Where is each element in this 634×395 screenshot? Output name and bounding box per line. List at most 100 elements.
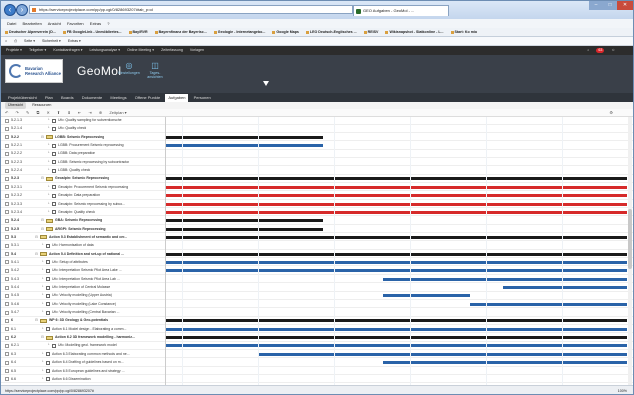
table-row[interactable]: 5.4.3 └ Ufo: Interpretation Seismic Pilot … <box>1 276 633 284</box>
move-down-icon[interactable]: ⬇ <box>67 110 70 115</box>
schedule-dropdown[interactable]: Zeitplan ▾ <box>109 110 126 115</box>
task-name[interactable]: LGBB: Seismic reprocessing by subcontrac… <box>58 159 129 166</box>
favorite-item[interactable]: FB GoogleLink - Unmöbliertes... <box>62 30 122 34</box>
table-row[interactable]: 5.2.2.2 └ LGBB: Data preparation <box>1 150 633 158</box>
undo-icon[interactable]: ↶ <box>5 110 8 115</box>
grid-gantt-divider[interactable] <box>165 117 166 385</box>
task-name[interactable]: WP 6: 3D Geology & Geo-potentials <box>49 317 108 324</box>
tab-projektuebersicht[interactable]: Projektübersicht <box>5 93 40 102</box>
tools-menu[interactable]: Extras ▾ <box>68 39 81 43</box>
task-name[interactable]: Ufo: Harmonisation of data <box>52 242 94 249</box>
user-icon[interactable]: ☺ <box>611 48 615 52</box>
task-name[interactable]: Ufo: Interpretation Seismic Pilot Area L… <box>52 267 122 274</box>
row-checkbox[interactable] <box>5 218 9 223</box>
forward-icon[interactable]: › <box>16 4 28 16</box>
gantt-bar[interactable] <box>166 269 627 273</box>
tab-offene-punkte[interactable]: Offene Punkte <box>132 93 164 102</box>
task-name[interactable]: ARGPI: Seismic Reprocessing <box>55 226 106 233</box>
task-name[interactable]: Action 6.3 Elaborating common methods an… <box>52 351 130 358</box>
gantt-bar[interactable] <box>382 361 627 365</box>
task-name[interactable]: Geoalpin: Procurement Seismic reprocessi… <box>58 184 128 191</box>
table-row[interactable]: 5.3 ⊟ Action 5.3 Establishment of semantic… <box>1 234 633 242</box>
table-row[interactable]: 5.2.1.4 └ Ufo: Quality check <box>1 125 633 133</box>
table-row[interactable]: 6.3 └ Action 6.3 Elaborating common method… <box>1 351 633 359</box>
gantt-bar[interactable] <box>166 336 627 340</box>
back-icon[interactable]: ‹ <box>4 4 16 16</box>
row-checkbox[interactable] <box>5 277 9 282</box>
table-row[interactable]: 6.1 └ Action 6.1 Model design - Elaboratin… <box>1 326 633 334</box>
zoom-icon[interactable]: ⊕ <box>99 110 102 115</box>
table-row[interactable]: 5.4.4 └ Ufo: Interpretation of Central Mol… <box>1 284 633 292</box>
row-checkbox[interactable] <box>5 252 9 257</box>
task-name[interactable]: Ufo: Setup of attributes <box>52 259 88 266</box>
subtab-ressourcen[interactable]: Ressourcen <box>29 102 54 109</box>
row-checkbox[interactable] <box>5 243 9 248</box>
table-row[interactable]: 6.6 └ Action 6.6 Dissemination <box>1 376 633 384</box>
gantt-bar[interactable] <box>382 294 471 298</box>
table-row[interactable]: 5.4.7 └ Ufo: Velocity modelling (Central B… <box>1 309 633 317</box>
task-name[interactable]: Action 5.3 Establishment of semantic and… <box>49 234 127 241</box>
nav-zeiterfassung[interactable]: Zeiterfassung <box>161 48 183 52</box>
row-checkbox[interactable] <box>5 135 9 140</box>
collapse-icon[interactable]: ⊟ <box>35 317 38 324</box>
gantt-bar[interactable] <box>166 210 627 214</box>
tab-personen[interactable]: Personen <box>191 93 214 102</box>
gantt-bar[interactable] <box>166 235 627 239</box>
row-checkbox[interactable] <box>5 143 9 148</box>
collapse-icon[interactable]: ⊟ <box>41 217 44 224</box>
nav-projekte[interactable]: Projekte ▾ <box>6 48 22 52</box>
row-checkbox[interactable] <box>5 260 9 265</box>
maximize-button[interactable]: □ <box>603 1 617 10</box>
gantt-bar[interactable] <box>166 202 627 206</box>
table-row[interactable]: 5.2.2.4 └ LGBB: Quality check <box>1 167 633 175</box>
gantt-bar[interactable] <box>166 227 323 231</box>
nav-kontaktanfragen[interactable]: Kontaktanfragen ▾ <box>53 48 82 52</box>
task-name[interactable]: Action 6.1 Model design - Elaborating a … <box>52 326 127 333</box>
row-checkbox[interactable] <box>5 352 9 357</box>
move-up-icon[interactable]: ⬆ <box>57 110 60 115</box>
row-checkbox[interactable] <box>5 126 9 131</box>
table-row[interactable]: 5.4.1 └ Ufo: Setup of attributes <box>1 259 633 267</box>
table-row[interactable]: 5.4 ⊟ Action 5.4 Definition and set-up of … <box>1 251 633 259</box>
menu-ansicht[interactable]: Ansicht <box>48 21 61 26</box>
notification-badge[interactable]: 63 <box>596 48 605 53</box>
task-name[interactable]: Ufo: Quality sampling for subventionsche <box>58 117 122 124</box>
gantt-bar[interactable] <box>166 327 627 331</box>
table-row[interactable]: 5.4.2 └ Ufo: Interpretation Seismic Pilot … <box>1 267 633 275</box>
home-icon[interactable]: ⌂ <box>5 39 7 43</box>
favorite-item[interactable]: Start: Ko mio <box>450 30 477 34</box>
row-checkbox[interactable] <box>5 202 9 206</box>
row-checkbox[interactable] <box>5 310 9 315</box>
favorite-item[interactable]: LEO Deutsch-Englisches ... <box>305 30 357 34</box>
settings-icon[interactable]: ◎ Einstellungen <box>117 61 141 81</box>
row-checkbox[interactable] <box>5 151 9 156</box>
page-menu[interactable]: Seite ▾ <box>24 39 35 43</box>
gantt-bar[interactable] <box>166 194 627 198</box>
gantt-bar[interactable] <box>166 185 627 189</box>
row-checkbox[interactable] <box>5 285 9 290</box>
row-checkbox[interactable] <box>5 268 9 273</box>
table-row[interactable]: 5.3.1 └ Ufo: Harmonisation of data <box>1 242 633 250</box>
vertical-scrollbar[interactable] <box>628 117 632 385</box>
gantt-bar[interactable] <box>166 252 627 256</box>
tab-dokumente[interactable]: Dokumente <box>79 93 105 102</box>
task-name[interactable]: Geoalpin: Data preparation <box>58 192 100 199</box>
gantt-bar[interactable] <box>166 177 627 181</box>
row-checkbox[interactable] <box>5 293 9 298</box>
gear-icon[interactable]: ⚙ <box>609 109 613 117</box>
search-icon[interactable]: ⌕ <box>587 48 589 52</box>
row-checkbox[interactable] <box>5 360 9 365</box>
minimize-button[interactable]: – <box>589 1 603 10</box>
gantt-bar[interactable] <box>166 344 627 348</box>
gantt-bar[interactable] <box>470 302 627 306</box>
menu-help[interactable]: ? <box>107 21 109 26</box>
task-name[interactable]: LGBB: Data preparation <box>58 150 95 157</box>
tab-aufgaben[interactable]: Aufgaben <box>165 94 189 102</box>
browser-tab[interactable]: GEO Aufgaben - GeoMol - ... <box>353 5 449 16</box>
table-row[interactable]: 5.2.3.4 └ Geoalpin: Quality check <box>1 209 633 217</box>
table-row[interactable]: 6.2.1 └ Ufo: Modelling geol. framework mod… <box>1 342 633 350</box>
task-name[interactable]: Ufo: Velocity modelling (Lake Constance) <box>52 301 116 308</box>
task-name[interactable]: LGBB: Procurement Seismic reprocessing <box>58 142 124 149</box>
close-button[interactable]: ✕ <box>617 1 633 10</box>
task-name[interactable]: GBA: Seismic Reprocessing <box>55 217 102 224</box>
